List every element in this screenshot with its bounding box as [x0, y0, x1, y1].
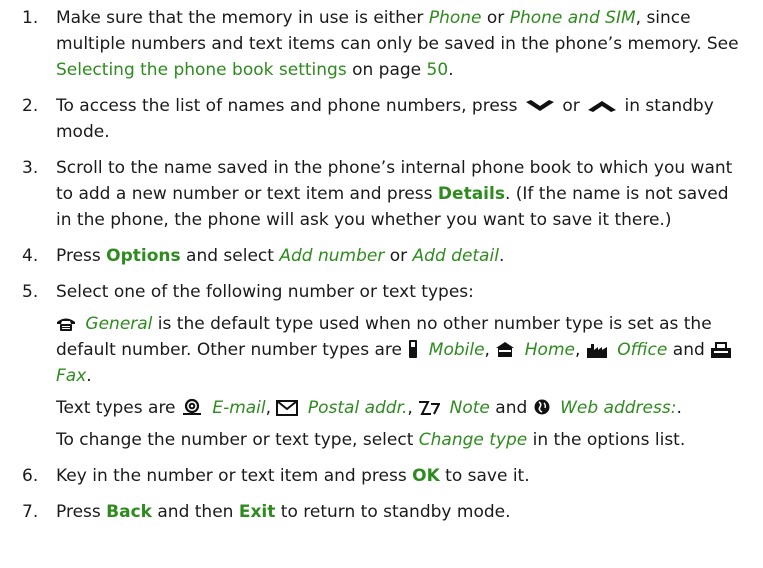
- step-text: or: [556, 96, 586, 116]
- step-text: .: [498, 246, 505, 266]
- step-2: 2. To access the list of names and phone…: [22, 93, 747, 145]
- text-types-paragraph: Text types are E-mail, Postal addr., Not…: [56, 398, 682, 418]
- web-address-icon: [534, 399, 550, 415]
- page-link[interactable]: 50: [427, 60, 449, 80]
- telephone-icon: [57, 318, 75, 331]
- step-text: and then: [151, 502, 239, 522]
- step-text: is the default type used when no other n…: [56, 314, 712, 360]
- email-type: E-mail: [212, 398, 266, 418]
- step-text: Select one of the following number or te…: [56, 282, 474, 302]
- step-text: to save it.: [439, 466, 530, 486]
- general-type: General: [85, 314, 153, 334]
- web-address-type: Web address:: [560, 398, 677, 418]
- options-key: Options: [106, 246, 181, 266]
- email-icon: [182, 398, 201, 415]
- step-number: 4.: [22, 246, 39, 266]
- step-number: 1.: [22, 8, 39, 28]
- fax-icon: [711, 342, 732, 358]
- scroll-up-icon: [588, 101, 617, 112]
- home-type: Home: [524, 340, 575, 360]
- memory-option-phone-and-sim: Phone and SIM: [509, 8, 636, 28]
- ok-key: OK: [412, 466, 440, 486]
- step-4: 4. Press Options and select Add number o…: [22, 243, 747, 269]
- step-number: 3.: [22, 158, 39, 178]
- step-number: 6.: [22, 466, 39, 486]
- postal-address-icon: [276, 400, 299, 416]
- step-text: Key in the number or text item and press: [56, 466, 413, 486]
- instruction-list: 1. Make sure that the memory in use is e…: [22, 5, 747, 535]
- office-icon: [586, 344, 607, 358]
- step-7: 7. Press Back and then Exit to return to…: [22, 499, 747, 525]
- step-text: on page: [346, 60, 427, 80]
- mobile-type: Mobile: [428, 340, 485, 360]
- postal-type: Postal addr.: [307, 398, 408, 418]
- step-text: To change the number or text type, selec…: [56, 430, 419, 450]
- add-detail-option: Add detail: [412, 246, 499, 266]
- office-type: Office: [617, 340, 668, 360]
- note-type: Note: [449, 398, 490, 418]
- number-types-paragraph: General is the default type used when no…: [56, 311, 747, 389]
- step-text: Text types are: [56, 398, 181, 418]
- step-6: 6. Key in the number or text item and pr…: [22, 463, 747, 489]
- step-text: Press: [56, 502, 107, 522]
- step-text: and select: [180, 246, 280, 266]
- step-text: or: [481, 8, 510, 28]
- change-type-paragraph: To change the number or text type, selec…: [56, 427, 747, 453]
- back-key: Back: [106, 502, 152, 522]
- mobile-phone-icon: [409, 340, 418, 358]
- step-text: Make sure that the memory in use is eith…: [56, 8, 429, 28]
- step-number: 2.: [22, 96, 39, 116]
- scroll-down-icon: [525, 100, 554, 111]
- step-3: 3. Scroll to the name saved in the phone…: [22, 155, 747, 233]
- step-number: 5.: [22, 282, 39, 302]
- home-icon: [496, 342, 515, 357]
- step-1: 1. Make sure that the memory in use is e…: [22, 5, 747, 83]
- memory-option-phone: Phone: [428, 8, 482, 28]
- step-number: 7.: [22, 502, 39, 522]
- step-text: or: [384, 246, 413, 266]
- add-number-option: Add number: [279, 246, 385, 266]
- step-text: .: [86, 366, 92, 386]
- step-text: in the options list.: [527, 430, 686, 450]
- exit-key: Exit: [238, 502, 276, 522]
- change-type-option: Change type: [418, 430, 528, 450]
- settings-link[interactable]: Selecting the phone book settings: [56, 60, 347, 80]
- step-5: 5. Select one of the following number or…: [22, 279, 747, 453]
- details-key: Details: [437, 184, 505, 204]
- step-text: and: [667, 340, 711, 360]
- step-text: to return to standby mode.: [275, 502, 511, 522]
- fax-type: Fax: [56, 366, 87, 386]
- step-text: Press: [56, 246, 107, 266]
- step-text: .: [448, 60, 454, 80]
- step-text: To access the list of names and phone nu…: [56, 96, 523, 116]
- note-icon: [419, 401, 441, 415]
